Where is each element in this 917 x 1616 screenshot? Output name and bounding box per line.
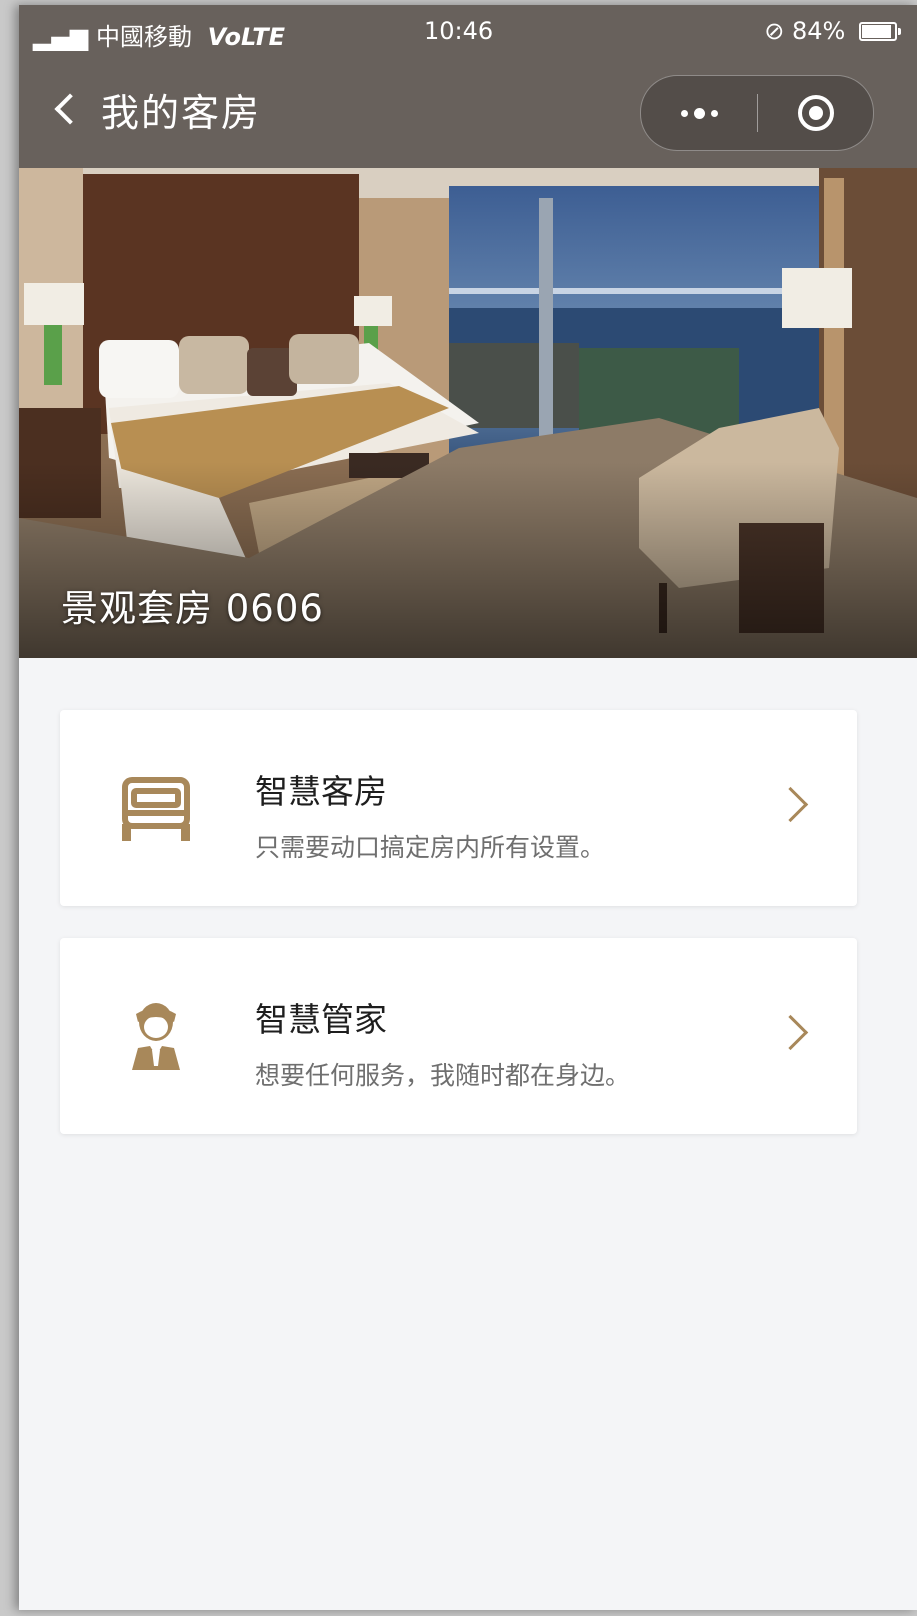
carrier-info: ▂▄▆ 中國移動 VoLTE <box>33 17 285 52</box>
status-bar: ▂▄▆ 中國移動 VoLTE 10:46 ⊘ 84% <box>19 5 917 57</box>
smart-butler-card[interactable]: 智慧管家 想要任何服务，我随时都在身边。 <box>60 938 857 1134</box>
battery-icon <box>859 22 901 41</box>
top-bar: ▂▄▆ 中國移動 VoLTE 10:46 ⊘ 84% 我的客房 <box>19 5 917 168</box>
nav-bar: 我的客房 <box>19 57 917 168</box>
room-hero-image: 景观套房 0606 <box>19 168 917 658</box>
butler-icon <box>132 1003 180 1070</box>
room-title: 景观套房 0606 <box>61 587 324 630</box>
carrier-label: 中國移動 <box>96 23 193 51</box>
card-title: 智慧管家 <box>255 1000 387 1039</box>
signal-icon: ▂▄▆ <box>33 23 89 51</box>
battery-status: ⊘ 84% <box>764 17 901 45</box>
status-time: 10:46 <box>424 17 494 45</box>
smart-room-card[interactable]: 智慧客房 只需要动口搞定房内所有设置。 <box>60 710 857 906</box>
back-arrow-icon <box>54 93 86 125</box>
bed-icon <box>122 777 190 841</box>
mini-program-capsule <box>640 75 874 151</box>
chevron-right-icon <box>772 786 809 823</box>
network-label: VoLTE <box>207 23 286 51</box>
card-title: 智慧客房 <box>255 772 387 811</box>
chevron-right-icon <box>772 1014 809 1051</box>
close-button[interactable] <box>758 76 873 150</box>
more-button[interactable] <box>641 76 757 150</box>
card-subtitle: 想要任何服务，我随时都在身边。 <box>255 1061 631 1090</box>
back-button[interactable]: 我的客房 <box>49 79 261 139</box>
phone-screen: ▂▄▆ 中國移動 VoLTE 10:46 ⊘ 84% 我的客房 景观套房 060… <box>19 5 917 1610</box>
more-dots-icon <box>680 107 718 119</box>
rotation-lock-icon: ⊘ <box>764 17 785 45</box>
close-circle-icon <box>797 95 834 131</box>
card-subtitle: 只需要动口搞定房内所有设置。 <box>255 833 606 862</box>
page-title: 我的客房 <box>101 90 262 135</box>
battery-percent: 84% <box>792 17 846 45</box>
